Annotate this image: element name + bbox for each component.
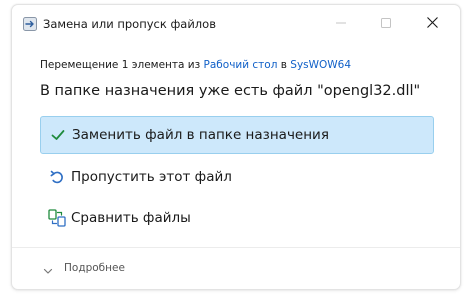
operation-middle: в bbox=[277, 59, 291, 71]
skip-file-label: Пропустить этот файл bbox=[71, 169, 232, 185]
chevron-down-icon bbox=[42, 262, 54, 274]
compare-files-icon bbox=[47, 208, 67, 228]
source-folder-link[interactable]: Рабочий стол bbox=[204, 59, 278, 71]
maximize-button[interactable] bbox=[364, 5, 408, 39]
skip-file-option[interactable]: Пропустить этот файл bbox=[40, 158, 434, 196]
replace-file-option[interactable]: Заменить файл в папке назначения bbox=[40, 116, 434, 154]
undo-arrow-icon bbox=[47, 167, 67, 187]
checkmark-icon bbox=[48, 125, 68, 145]
close-icon bbox=[426, 13, 438, 32]
destination-folder-link[interactable]: SysWOW64 bbox=[290, 59, 351, 71]
operation-description: Перемещение 1 элемента из Рабочий стол в… bbox=[40, 59, 351, 71]
more-details-toggle[interactable]: Подробнее bbox=[42, 262, 125, 274]
minimize-icon bbox=[336, 13, 346, 32]
file-transfer-icon bbox=[23, 16, 37, 31]
more-details-label: Подробнее bbox=[64, 262, 125, 274]
minimize-button[interactable] bbox=[319, 5, 363, 39]
dialog-footer: Подробнее bbox=[12, 247, 460, 291]
operation-prefix: Перемещение 1 элемента из bbox=[40, 59, 204, 71]
compare-files-option[interactable]: Сравнить файлы bbox=[40, 199, 434, 237]
replace-or-skip-dialog: Замена или пропуск файлов Перемещение 1 … bbox=[11, 4, 461, 290]
conflict-heading: В папке назначения уже есть файл "opengl… bbox=[40, 83, 421, 99]
maximize-icon bbox=[381, 13, 391, 32]
title-bar[interactable]: Замена или пропуск файлов bbox=[12, 5, 460, 39]
replace-file-label: Заменить файл в папке назначения bbox=[72, 127, 329, 143]
window-title: Замена или пропуск файлов bbox=[43, 17, 216, 31]
compare-files-label: Сравнить файлы bbox=[71, 210, 191, 226]
close-button[interactable] bbox=[410, 5, 454, 39]
